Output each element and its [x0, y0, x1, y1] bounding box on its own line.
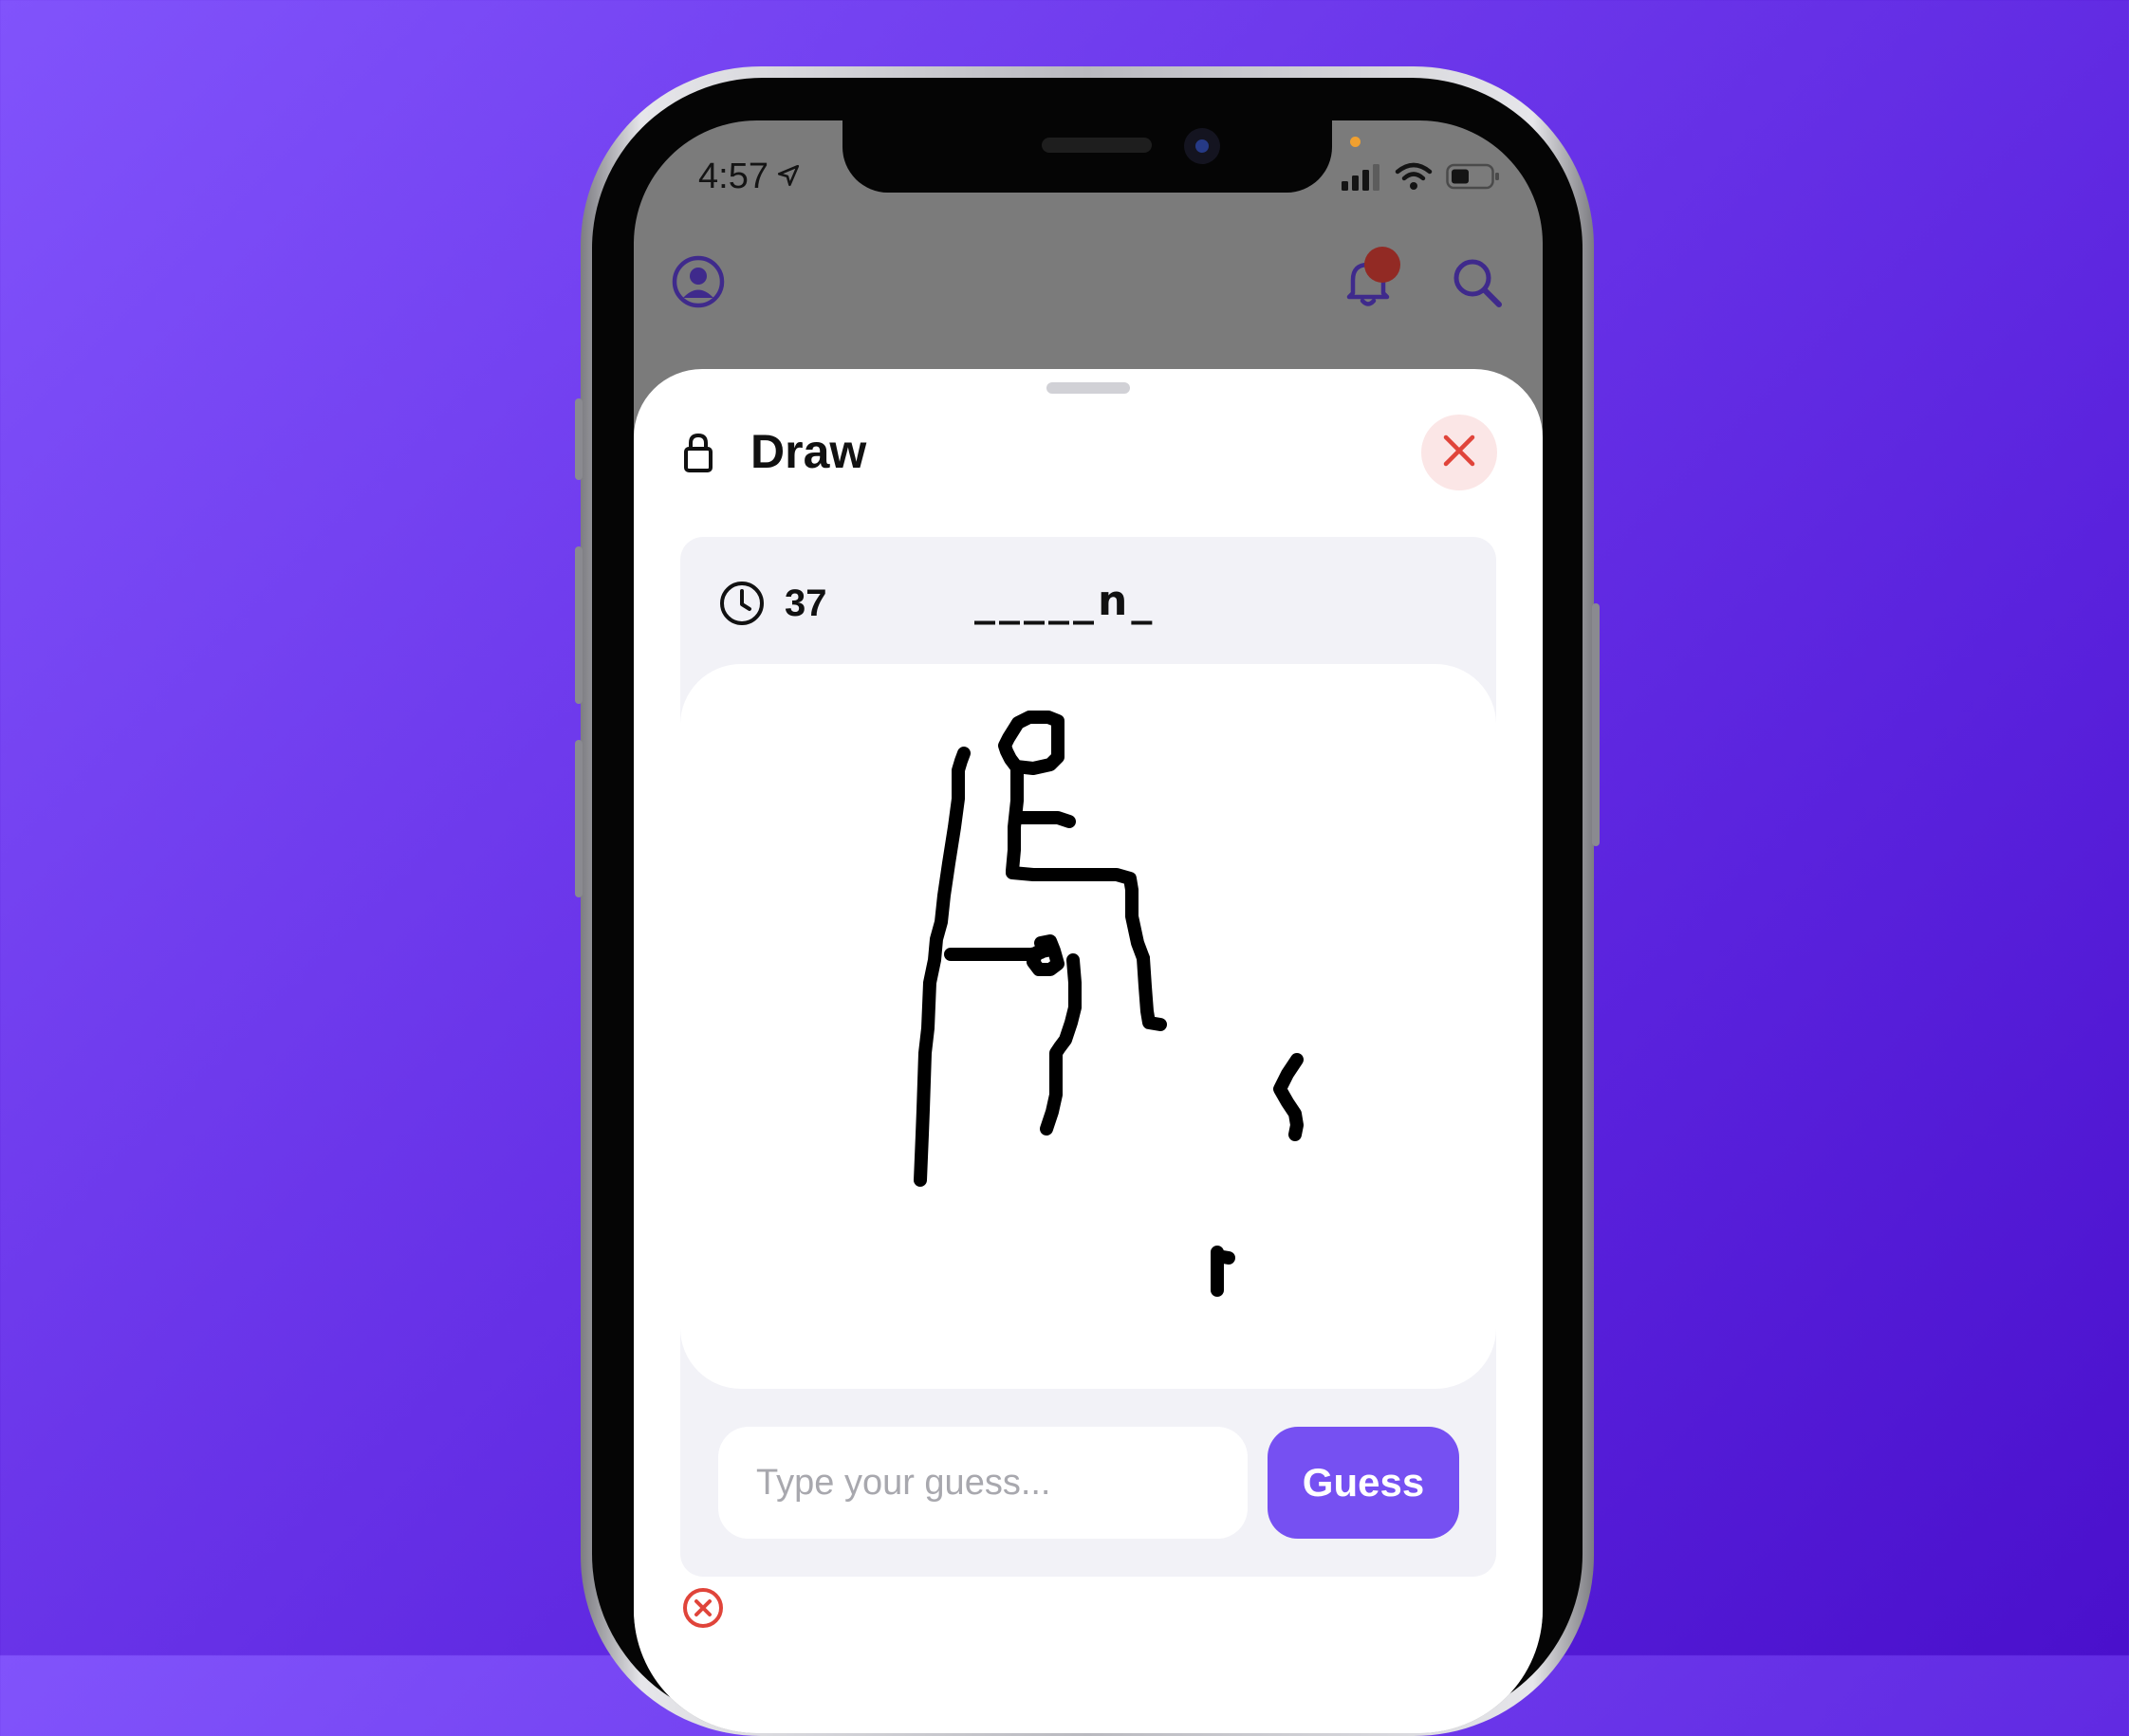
- phone-screen: 4:57 Draw 37 _____n_ Type your guess... …: [634, 120, 1543, 1733]
- location-arrow-icon: [776, 157, 801, 197]
- guess-input[interactable]: [718, 1427, 1248, 1539]
- drawing-strokes: [914, 711, 1304, 1297]
- timer-value: 37: [785, 582, 827, 624]
- wifi-icon: [1395, 162, 1433, 195]
- sheet-grabber[interactable]: [1046, 382, 1130, 394]
- stroke-armrest: [944, 946, 1047, 961]
- word-hint: _____n_: [974, 577, 1157, 625]
- mute-switch: [575, 398, 583, 480]
- front-camera: [1184, 128, 1220, 164]
- cellular-signal-icon: [1342, 162, 1381, 195]
- stroke-seat: [1006, 866, 1150, 965]
- privacy-indicator: [1350, 137, 1361, 147]
- drawing-canvas[interactable]: [680, 664, 1496, 1389]
- status-icons: [1342, 162, 1501, 195]
- stroke-small-mark: [1211, 1246, 1235, 1297]
- speaker-grille: [1042, 138, 1152, 153]
- stroke-head: [998, 711, 1064, 775]
- stroke-hand: [1027, 934, 1064, 976]
- sheet-title: Draw: [750, 425, 867, 478]
- status-time: 4:57: [698, 157, 801, 197]
- volume-up-button: [575, 546, 583, 704]
- stroke-arm: [1012, 811, 1076, 828]
- draw-sheet: Draw 37 _____n_ Type your guess... Guess: [634, 369, 1543, 1733]
- close-icon: [1440, 432, 1478, 474]
- clock-icon: [718, 580, 766, 632]
- guess-button[interactable]: Guess: [1268, 1427, 1459, 1539]
- stroke-front-leg: [1137, 951, 1167, 1031]
- error-x-icon[interactable]: [681, 1586, 725, 1634]
- profile-icon[interactable]: [672, 255, 725, 313]
- stroke-left-post: [914, 747, 971, 1187]
- stroke-leg: [1040, 953, 1082, 1136]
- search-icon[interactable]: [1450, 255, 1505, 315]
- power-button: [1592, 603, 1600, 846]
- notch: [842, 120, 1332, 193]
- volume-down-button: [575, 740, 583, 897]
- lock-icon: [683, 432, 713, 478]
- game-card: 37 _____n_ Type your guess... Guess: [680, 537, 1496, 1577]
- notification-badge: [1364, 247, 1400, 283]
- status-time-text: 4:57: [698, 157, 768, 196]
- stroke-small-curve: [1273, 1053, 1304, 1141]
- close-button[interactable]: [1421, 415, 1497, 490]
- battery-icon: [1446, 162, 1501, 195]
